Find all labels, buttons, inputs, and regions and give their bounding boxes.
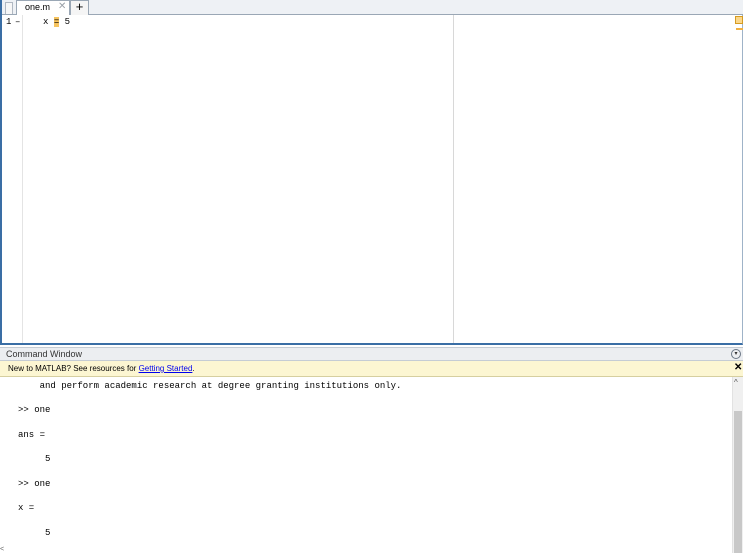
right-text-margin — [453, 15, 454, 343]
cmd-output-line: x = — [18, 503, 35, 513]
scrollbar-thumb[interactable] — [734, 411, 742, 553]
cmd-output-line: 5 — [18, 528, 51, 538]
cmd-output-line: and perform academic research at degree … — [18, 381, 402, 391]
collapse-circle-icon[interactable]: ▾ — [731, 349, 741, 359]
cmd-prompt-line: >> one — [18, 405, 51, 415]
command-window-title: Command Window — [6, 349, 83, 359]
getting-started-banner: New to MATLAB? See resources for Getting… — [0, 361, 743, 377]
code-lhs: x — [43, 17, 54, 27]
cmd-output-line: ans = — [18, 430, 46, 440]
tab-one-m[interactable]: one.m ✕ — [16, 0, 70, 15]
scroll-left-icon[interactable]: < — [0, 546, 4, 553]
cmd-prompt-line: >> one — [18, 479, 51, 489]
gutter-divider — [22, 15, 23, 343]
close-icon[interactable]: ✕ — [734, 362, 742, 373]
banner-prefix: New to MATLAB? See resources for — [8, 364, 139, 373]
command-window-header: Command Window ▾ — [0, 347, 743, 361]
add-tab-button[interactable]: + — [70, 0, 89, 15]
banner-suffix: . — [192, 364, 195, 373]
close-icon[interactable]: ✕ — [58, 1, 66, 13]
tab-scroll-stub[interactable] — [5, 2, 13, 14]
editor-pane[interactable]: one.m ✕ + 1 – x = 5 — [0, 0, 743, 345]
cmd-output-line: 5 — [18, 454, 51, 464]
code-line[interactable]: x = 5 — [43, 17, 70, 27]
code-rhs: 5 — [59, 17, 71, 27]
editor-tabbar: one.m ✕ + — [2, 0, 743, 15]
banner-text: New to MATLAB? See resources for Getting… — [8, 364, 195, 373]
command-window-body[interactable]: and perform academic research at degree … — [0, 377, 732, 553]
getting-started-link[interactable]: Getting Started — [139, 364, 193, 373]
warning-mark-icon[interactable] — [736, 28, 743, 30]
scroll-up-icon[interactable]: ^ — [734, 379, 738, 387]
line-number: 1 — [6, 17, 12, 27]
vertical-scrollbar[interactable]: ^ — [732, 377, 743, 553]
code-analyzer-indicator-icon[interactable] — [735, 16, 743, 24]
tab-label: one.m — [25, 2, 51, 12]
breakpoint-marker[interactable]: – — [15, 17, 20, 27]
